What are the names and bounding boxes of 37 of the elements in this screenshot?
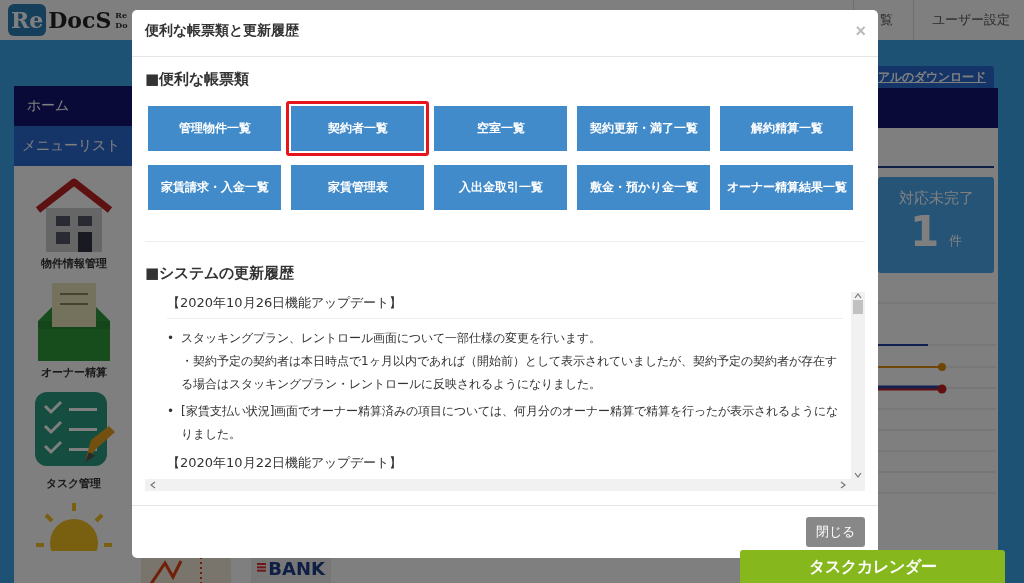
bank-label: BANK (268, 559, 325, 579)
section-heading: ■システムの更新履歴 (145, 264, 296, 283)
bullet-mark: • (167, 403, 175, 420)
scroll-left-icon[interactable] (149, 481, 157, 489)
bank-transfer-icon[interactable]: BANK (251, 557, 331, 583)
update-note: スタッキングプラン、レントロール画面について一部仕様の変更を行います。 ・契約予定の契約者は本日時点で1ヶ月以内であれば（開始前）として表示されていましたが、契約予定の契約者が存在する場合はスタッキングプラン・レントロールに反映されるようになりました。 (181, 330, 838, 393)
app-logo[interactable]: Re DocS (0, 0, 112, 40)
scroll-down-icon[interactable] (854, 471, 862, 479)
sidebar-item-label[interactable]: 物件情報管理 (40, 256, 107, 271)
sidebar-item-label[interactable]: タスク管理 (46, 476, 101, 491)
menu-list-header: メニューリスト (14, 126, 133, 166)
section-heading: ■便利な帳票類 (145, 70, 251, 89)
status-count: 1 (909, 208, 940, 256)
close-dialog-button[interactable]: 閉じる (806, 517, 865, 547)
status-label: 対応未完了 (898, 189, 974, 208)
logo-subtitle: Re (115, 10, 128, 20)
status-unit: 件 (949, 232, 963, 250)
sidebar-item-label[interactable]: オーナー精算 (40, 365, 107, 380)
report-button[interactable]: 契約者一覧 (286, 101, 429, 156)
update-title: 【2020年10月22日機能アップデート】 (167, 454, 404, 472)
scroll-right-icon[interactable] (839, 481, 847, 489)
vertical-scrollbar[interactable] (851, 292, 865, 479)
modal-title: 便利な帳票類と更新履歴 (145, 22, 299, 40)
bullet-mark: • (167, 330, 175, 347)
house-icon[interactable] (33, 178, 114, 254)
line-chart-icon[interactable] (141, 557, 231, 583)
home-menu-item[interactable]: ホーム (14, 86, 133, 126)
scroll-up-icon[interactable] (854, 292, 862, 300)
horizontal-scrollbar[interactable] (145, 479, 851, 491)
scrollbar-thumb[interactable] (853, 300, 863, 314)
status-card[interactable]: 対応未完了 1 件 (878, 177, 994, 273)
nav-item[interactable]: ユーザー設定 (913, 0, 1024, 40)
logo-subtitle: Do (115, 20, 128, 30)
update-title: 【2020年10月26日機能アップデート】 (167, 294, 404, 312)
update-note: [家賃支払い状況]画面でオーナー精算済みの項目については、何月分のオーナー精算で精算を行ったが表示されるようになりました。 (181, 403, 840, 443)
task-calendar-button[interactable]: タスクカレンダー (740, 550, 1005, 583)
close-button[interactable]: × (855, 20, 866, 42)
